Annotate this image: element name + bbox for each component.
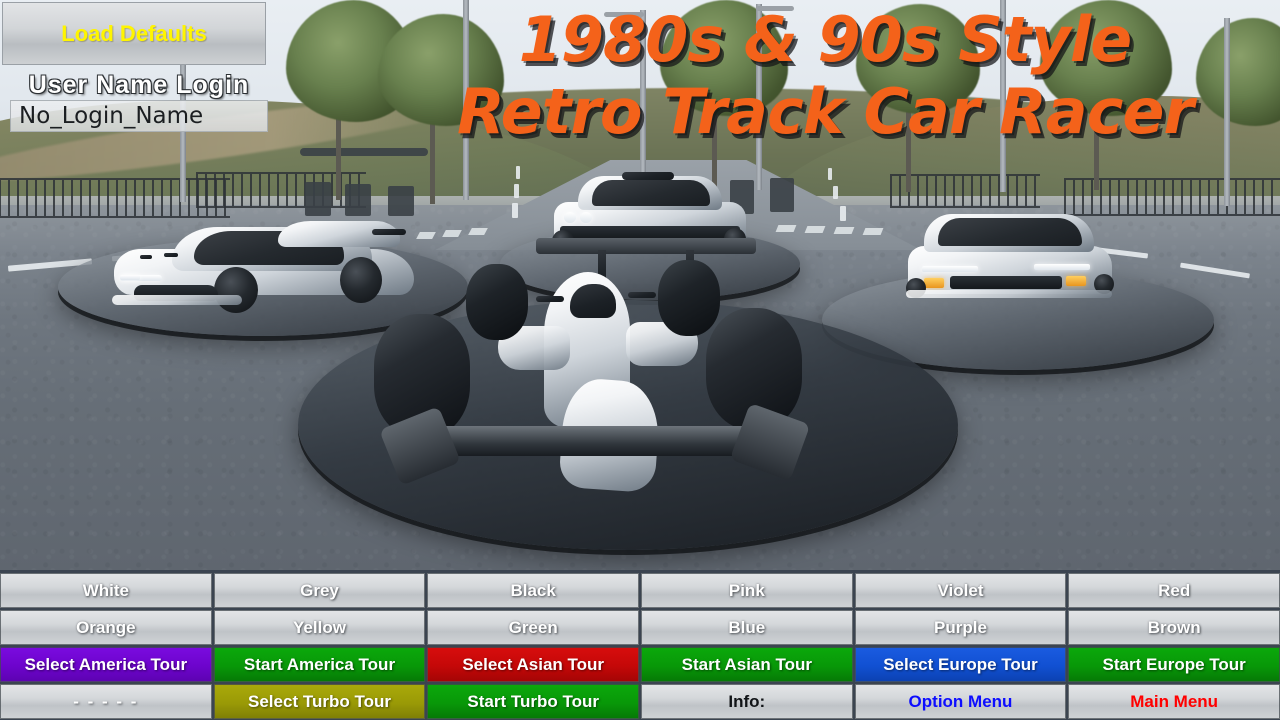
grid-button-grey[interactable]: Grey: [213, 573, 426, 608]
street-lamp: [640, 10, 646, 186]
street-lamp-arm: [604, 12, 644, 17]
grid-button-start-turbo-tour[interactable]: Start Turbo Tour: [427, 684, 639, 719]
lane-dash: [512, 203, 518, 218]
street-lamp: [756, 4, 762, 190]
grid-button-option-menu[interactable]: Option Menu: [854, 684, 1067, 719]
user-name-login-label: User Name Login: [28, 70, 250, 99]
grid-button-pink[interactable]: Pink: [641, 573, 853, 608]
vehicle-retro-sports-car: [906, 204, 1116, 304]
grid-button-start-america-tour[interactable]: Start America Tour: [213, 647, 426, 682]
grid-button-white[interactable]: White: [0, 573, 212, 608]
bottom-button-grid: White Grey Black Pink Violet Red Orange Yellow G…: [0, 572, 1280, 720]
lane-dash: [828, 168, 832, 180]
lane-dash: [840, 206, 846, 221]
game-screen: 1980s & 90s Style Retro Track Car Racer …: [0, 0, 1280, 720]
street-barrier: [305, 182, 331, 216]
grid-button-select-turbo-tour[interactable]: Select Turbo Tour: [213, 684, 426, 719]
lane-dash: [516, 166, 520, 179]
street-barrier: [388, 186, 414, 216]
grid-button-red[interactable]: Red: [1068, 573, 1280, 608]
lane-dash: [514, 184, 519, 198]
street-lamp: [463, 0, 469, 200]
grid-button-orange[interactable]: Orange: [0, 610, 212, 645]
grid-button-purple[interactable]: Purple: [854, 610, 1067, 645]
grid-button-start-asian-tour[interactable]: Start Asian Tour: [641, 647, 853, 682]
grid-button-green[interactable]: Green: [427, 610, 639, 645]
street-lamp: [1000, 0, 1006, 192]
street-lamp-arm: [756, 6, 794, 11]
grid-button-info[interactable]: Info:: [641, 684, 853, 719]
grid-button-select-asian-tour[interactable]: Select Asian Tour: [427, 647, 639, 682]
lane-dash: [833, 186, 838, 199]
wheel: [466, 264, 528, 340]
user-name-login-input[interactable]: No_Login_Name: [10, 100, 268, 132]
street-lamp: [1224, 18, 1230, 206]
wheel: [658, 260, 720, 336]
grid-button-select-europe-tour[interactable]: Select Europe Tour: [854, 647, 1067, 682]
street-barrier: [345, 184, 371, 216]
street-barrier: [770, 178, 794, 212]
grid-button-yellow[interactable]: Yellow: [213, 610, 426, 645]
load-defaults-button[interactable]: Load Defaults: [2, 2, 266, 65]
vehicle-formula-car: [340, 230, 870, 520]
fence: [890, 174, 1040, 208]
load-defaults-label: Load Defaults: [61, 20, 207, 46]
grid-button-black[interactable]: Black: [427, 573, 639, 608]
grid-button-brown[interactable]: Brown: [1068, 610, 1280, 645]
wheel: [214, 267, 258, 313]
grid-button-[interactable]: - - - - -: [0, 684, 212, 719]
grid-button-blue[interactable]: Blue: [641, 610, 853, 645]
grid-button-main-menu[interactable]: Main Menu: [1068, 684, 1280, 719]
bus-shelter-roof: [300, 148, 428, 156]
grid-button-start-europe-tour[interactable]: Start Europe Tour: [1068, 647, 1280, 682]
grid-button-select-america-tour[interactable]: Select America Tour: [0, 647, 212, 682]
grid-button-violet[interactable]: Violet: [854, 573, 1067, 608]
